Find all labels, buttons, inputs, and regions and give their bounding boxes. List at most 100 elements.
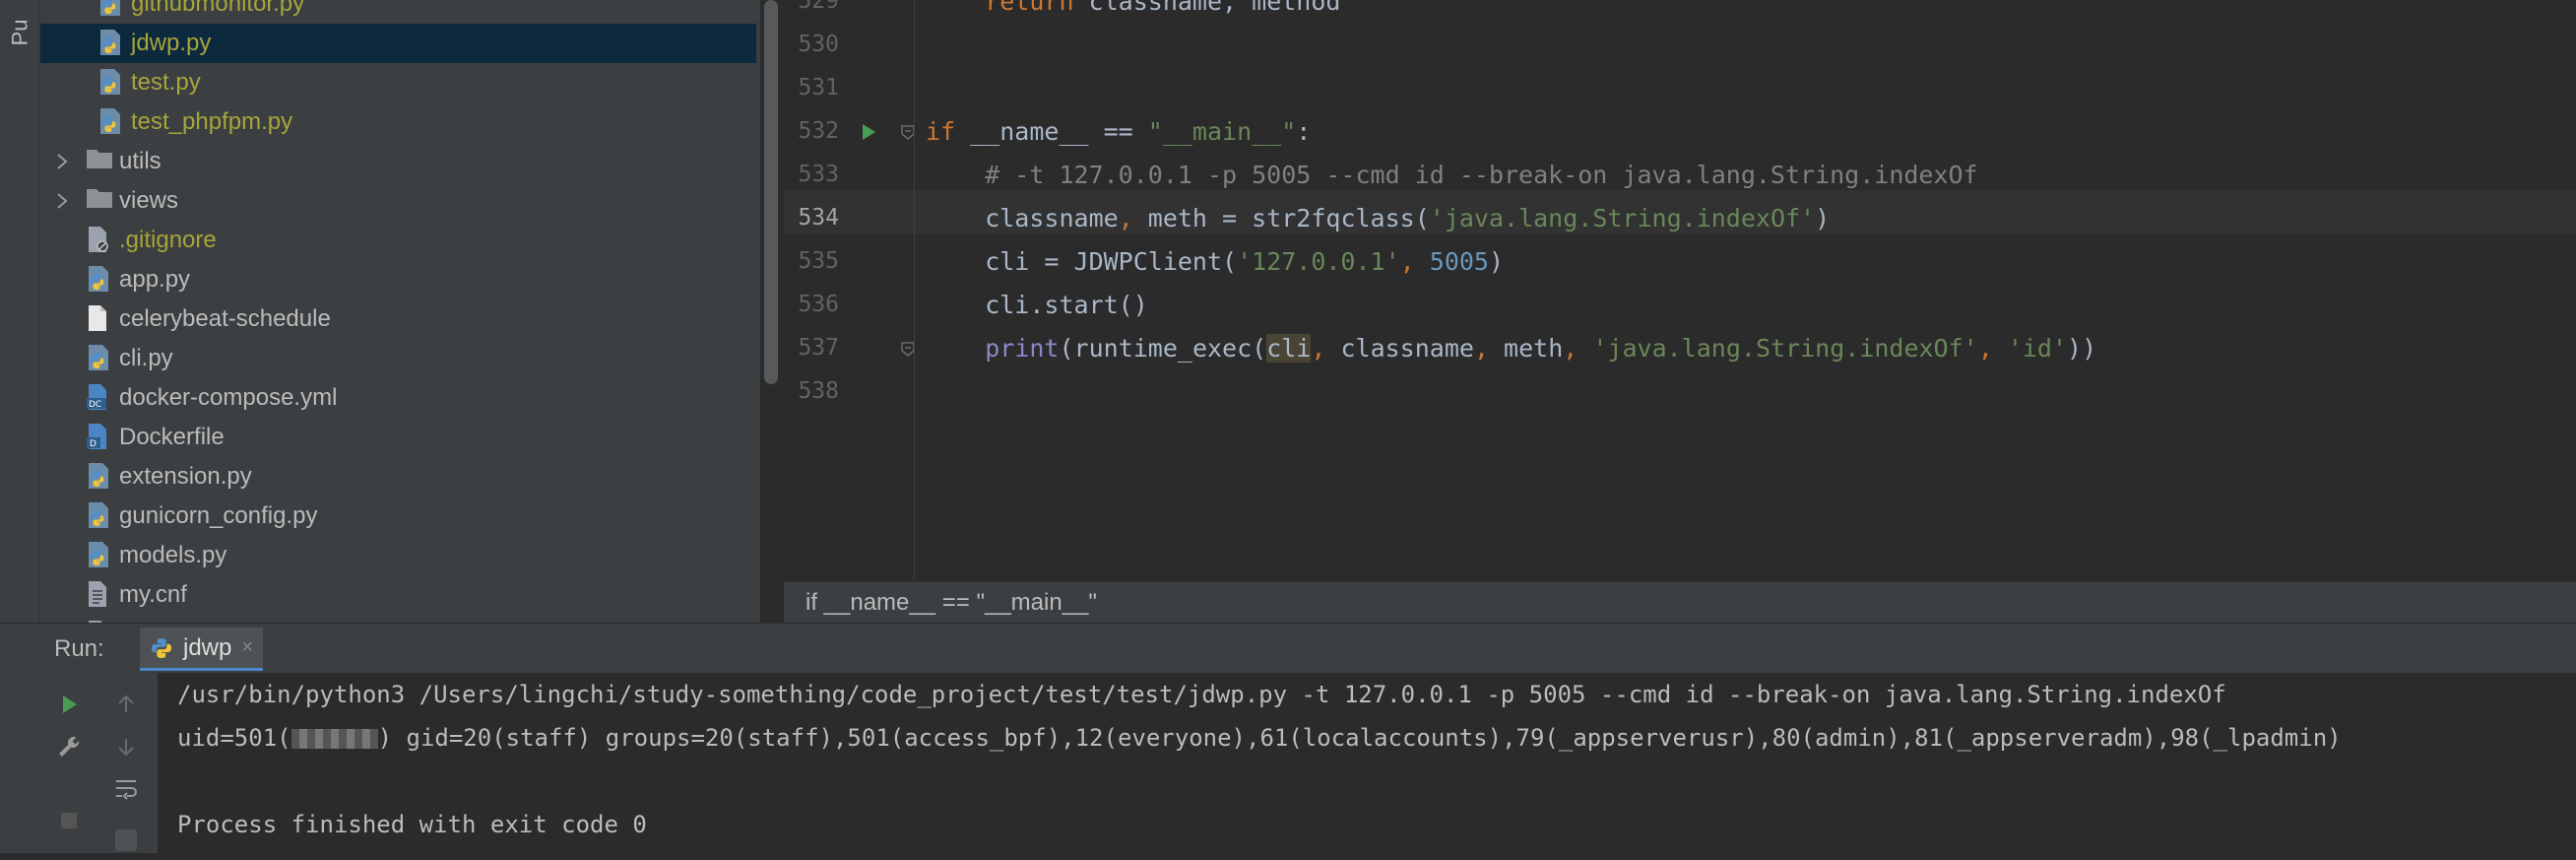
code-line[interactable]: cli = JDWPClient('127.0.0.1', 5005)	[926, 240, 1504, 284]
tree-item-label: githubmonitor.py	[131, 0, 305, 17]
python-file-icon	[86, 541, 113, 570]
code-token: (runtime_exec(	[1059, 334, 1267, 363]
tree-item[interactable]: README.md	[40, 615, 760, 623]
settings-button[interactable]	[49, 727, 89, 766]
stop-icon	[61, 813, 77, 828]
tree-item[interactable]: cli.py	[40, 339, 760, 378]
text-file-icon	[86, 580, 113, 610]
tree-item[interactable]: test_phpfpm.py	[40, 102, 760, 142]
code-line[interactable]: # -t 127.0.0.1 -p 5005 --cmd id --break-…	[926, 154, 1977, 197]
breadcrumb-text[interactable]: if __name__ == "__main__"	[805, 589, 1097, 617]
code-token: '127.0.0.1'	[1237, 247, 1400, 276]
code-line[interactable]: if __name__ == "__main__":	[926, 110, 1311, 154]
tree-item[interactable]: githubmonitor.py	[40, 0, 760, 24]
run-tab-jdwp[interactable]: jdwp ×	[140, 628, 264, 671]
code-token: classname, method	[1088, 0, 1341, 16]
editor-gutter: 529 530 531 532 533 534 535 536 537 538	[784, 0, 915, 579]
run-toolbar	[0, 673, 158, 853]
gutter-separator	[914, 0, 915, 579]
python-file-icon	[97, 29, 125, 58]
tree-item-label: .gitignore	[119, 227, 217, 253]
left-tool-strip: Pu	[0, 0, 40, 623]
code-line[interactable]: return classname, method	[926, 0, 1340, 24]
project-tool-tab-label: Pu	[6, 19, 32, 46]
line-number: 536	[798, 292, 839, 317]
code-token: 5005	[1429, 247, 1489, 276]
python-file-icon	[86, 265, 113, 295]
tree-item-label: extension.py	[119, 463, 252, 490]
code-token: __name__ ==	[970, 117, 1148, 146]
docker-compose-file-icon: DC	[86, 383, 113, 413]
code-line[interactable]: classname, meth = str2fqclass('java.lang…	[926, 197, 1830, 240]
rerun-button[interactable]	[49, 685, 89, 724]
code-token: "__main__"	[1147, 117, 1297, 146]
tree-item[interactable]: DC docker-compose.yml	[40, 378, 760, 418]
run-console[interactable]: /usr/bin/python3 /Users/lingchi/study-so…	[158, 673, 2576, 853]
chevron-right-icon[interactable]	[50, 150, 74, 173]
scroll-to-end-button[interactable]	[106, 821, 146, 860]
project-tool-tab[interactable]: Pu	[6, 0, 33, 65]
code-token: meth	[1504, 334, 1564, 363]
tree-item[interactable]: utils	[40, 142, 760, 181]
wrench-icon	[59, 736, 80, 757]
project-tree: githubmonitor.py jdwp.py test.py test_phpfp…	[40, 0, 760, 623]
chevron-right-icon[interactable]	[50, 189, 74, 213]
code-token: 'id'	[2007, 334, 2068, 363]
code-token: classname	[926, 204, 1119, 232]
tree-item[interactable]: my.cnf	[40, 575, 760, 615]
code-line[interactable]: print(runtime_exec(cli, classname, meth,…	[926, 327, 2096, 370]
code-token: ,	[1977, 334, 2008, 363]
python-icon	[150, 636, 173, 660]
line-number: 538	[798, 378, 839, 404]
tree-item[interactable]: app.py	[40, 260, 760, 299]
arrow-down-icon	[118, 739, 134, 757]
code-token: :	[1296, 117, 1312, 146]
line-number: 533	[798, 162, 839, 187]
tree-item[interactable]: jdwp.py	[40, 24, 756, 63]
python-file-icon	[86, 462, 113, 492]
play-icon	[63, 695, 77, 713]
python-file-icon	[97, 107, 125, 137]
gitignore-file-icon	[86, 226, 113, 255]
run-gutter-icon[interactable]	[859, 122, 878, 147]
console-output-line: uid=501() gid=20(staff) groups=20(staff)…	[177, 724, 2342, 752]
close-icon[interactable]: ×	[241, 636, 253, 659]
file-icon	[86, 304, 113, 334]
code-token: ,	[1118, 204, 1148, 232]
code-line[interactable]: cli.start()	[926, 284, 1148, 327]
scroll-down-button[interactable]	[106, 727, 146, 766]
stop-button[interactable]	[49, 801, 89, 840]
soft-wrap-button[interactable]	[106, 769, 146, 809]
tree-item[interactable]: celerybeat-schedule	[40, 299, 760, 339]
code-token: 'java.lang.String.indexOf'	[1592, 334, 1978, 363]
tree-item[interactable]: test.py	[40, 63, 760, 102]
line-number: 531	[798, 75, 839, 100]
redacted-username	[290, 729, 378, 749]
python-file-icon	[97, 68, 125, 98]
tree-item[interactable]: gunicorn_config.py	[40, 496, 760, 536]
tree-item-label: my.cnf	[119, 581, 187, 608]
code-editor[interactable]: 529 530 531 532 533 534 535 536 537 538 return cl…	[784, 0, 2576, 579]
tree-item-label: app.py	[119, 266, 191, 293]
tree-item[interactable]: D Dockerfile	[40, 418, 760, 457]
project-tree-scrollbar[interactable]	[764, 0, 778, 384]
tree-item[interactable]: .gitignore	[40, 221, 760, 260]
tree-item[interactable]: extension.py	[40, 457, 760, 496]
code-token: )	[1488, 247, 1505, 276]
code-token: ,	[1399, 247, 1430, 276]
tree-item[interactable]: views	[40, 181, 760, 221]
code-token: ))	[2067, 334, 2097, 363]
run-panel-header: Run: jdwp ×	[0, 623, 2576, 673]
scroll-up-button[interactable]	[106, 685, 146, 724]
tree-item-label: models.py	[119, 542, 227, 568]
tree-item[interactable]: models.py	[40, 536, 760, 575]
code-token: ,	[1563, 334, 1593, 363]
run-label: Run:	[54, 635, 104, 662]
